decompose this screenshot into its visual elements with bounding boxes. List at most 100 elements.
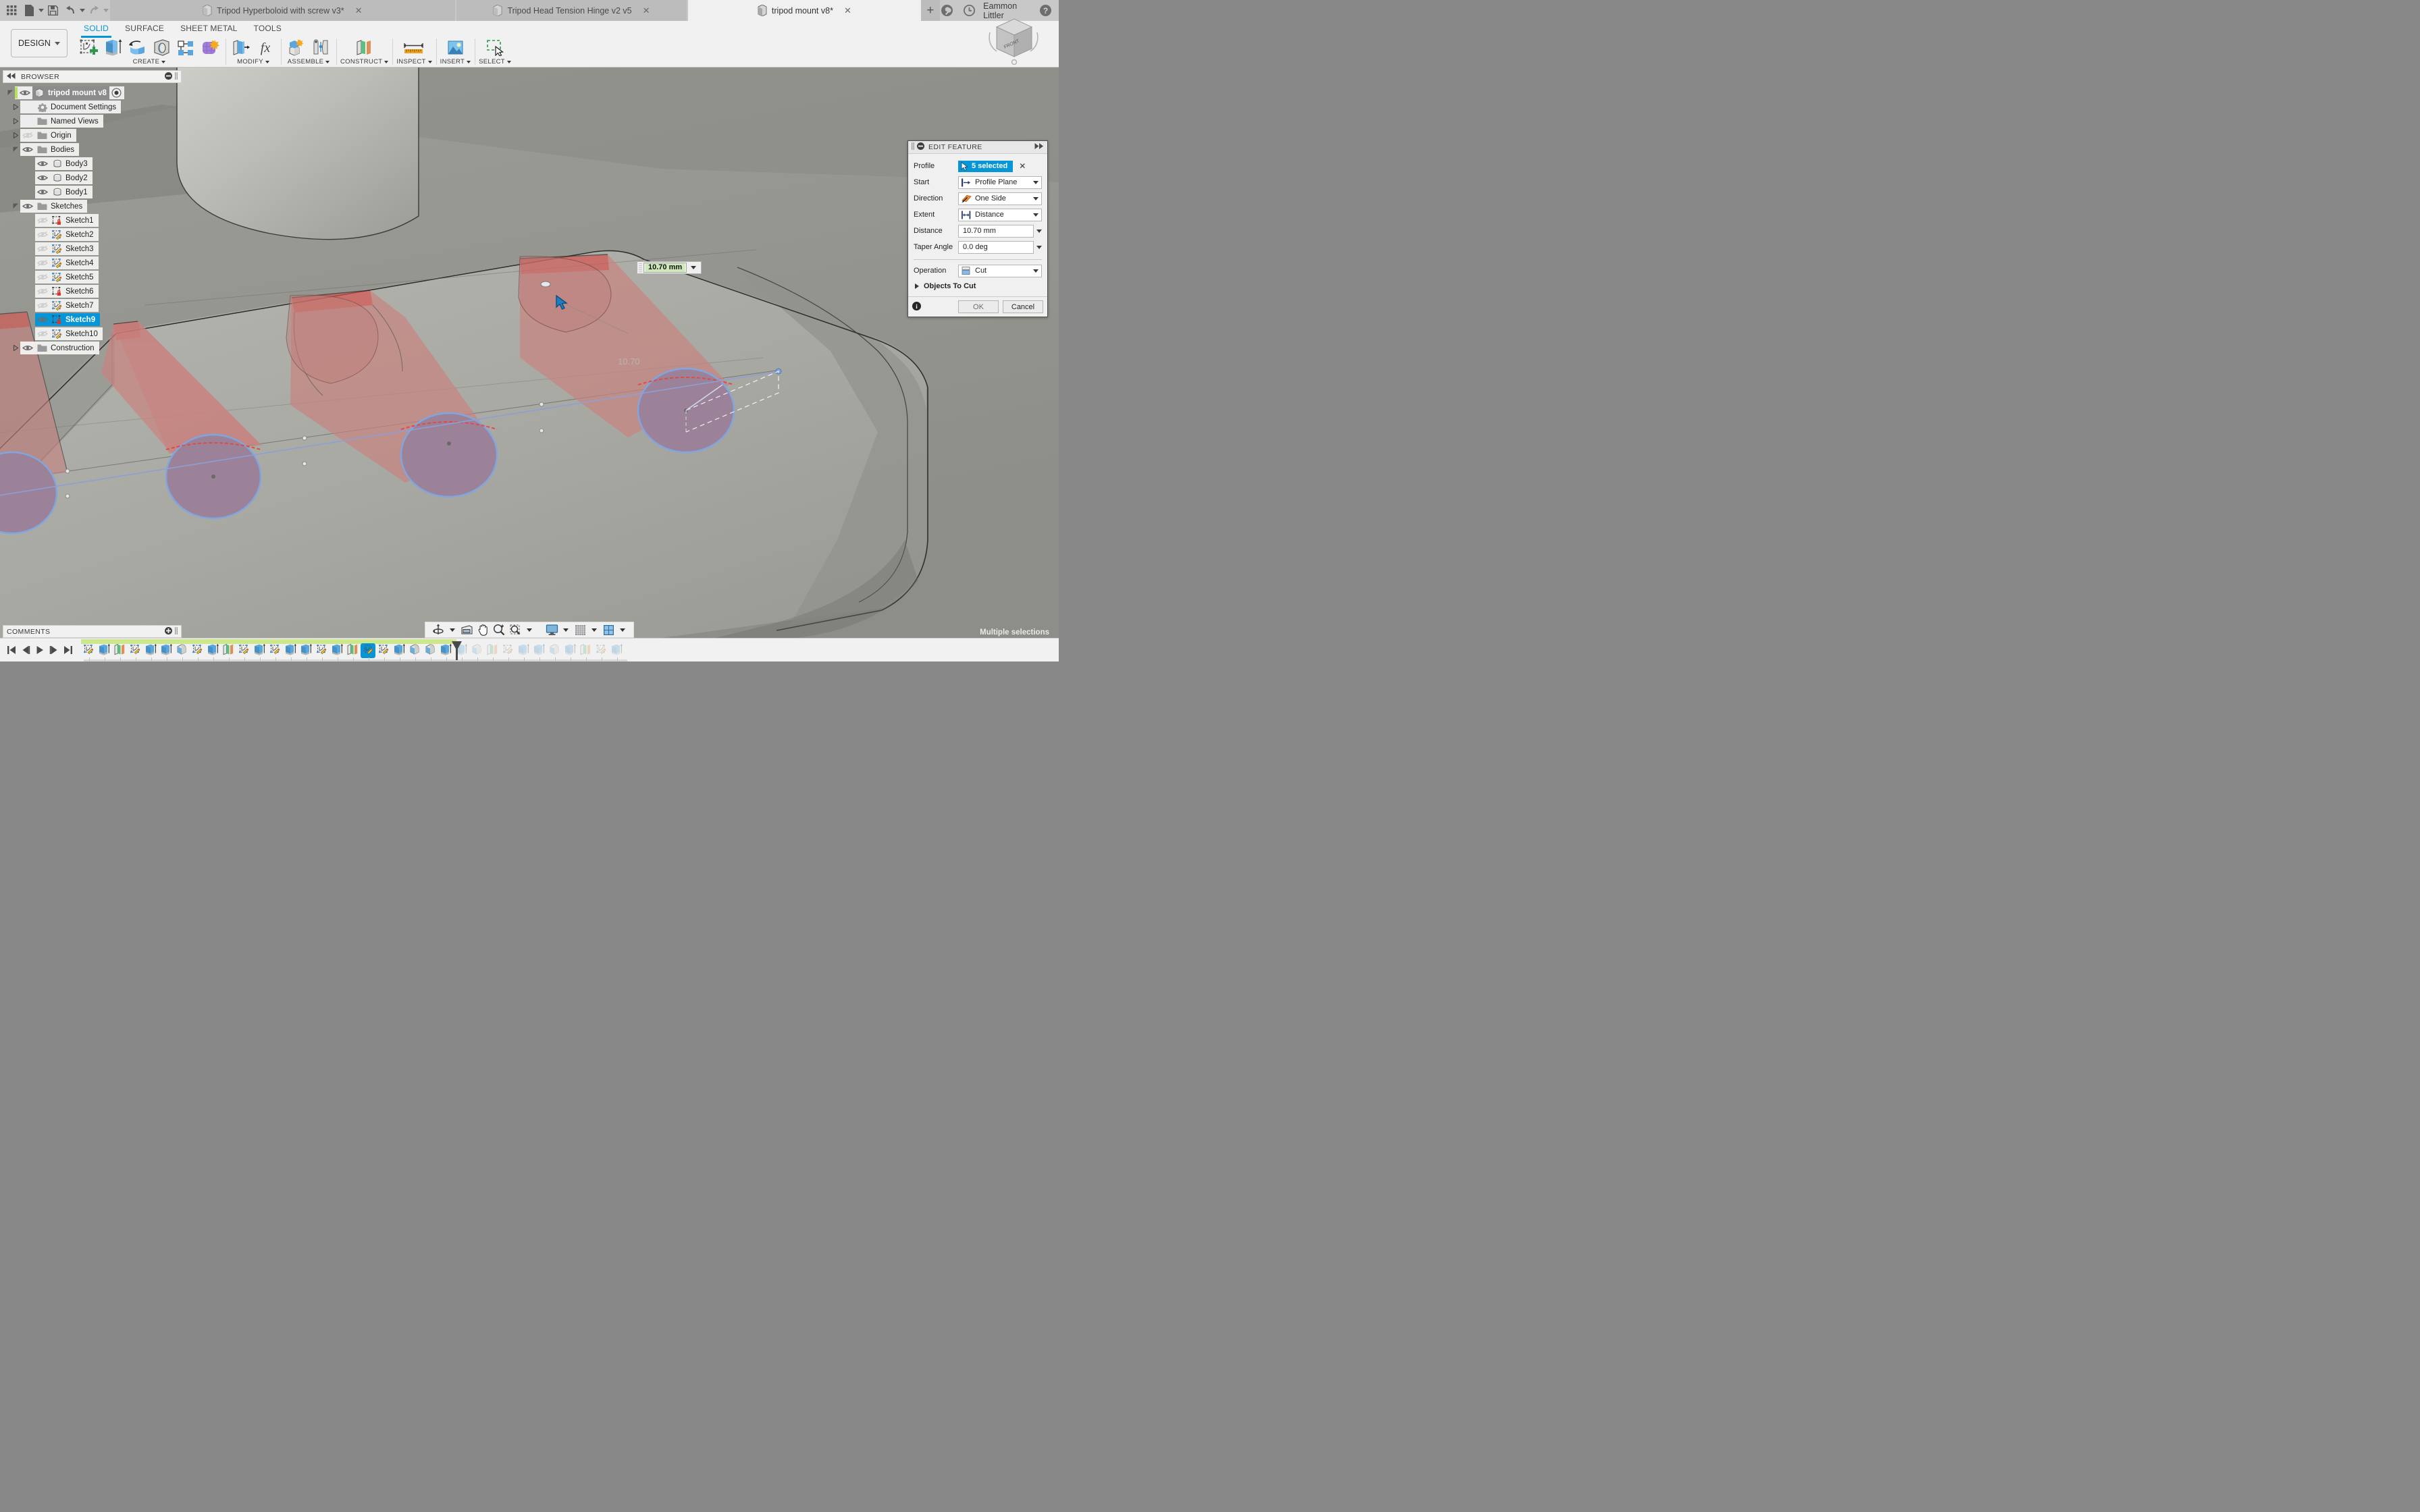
form-icon[interactable] bbox=[199, 37, 221, 57]
document-tab-2[interactable]: Tripod Head Tension Hinge v2 v5 ✕ bbox=[456, 0, 687, 21]
visibility-toggle-icon[interactable] bbox=[20, 132, 35, 139]
chevron-right-icon[interactable] bbox=[11, 118, 20, 124]
visibility-toggle-icon[interactable] bbox=[35, 288, 50, 295]
timeline-feature-13[interactable] bbox=[283, 643, 298, 658]
tab-solid[interactable]: SOLID bbox=[76, 22, 117, 38]
document-tab-1-close[interactable]: ✕ bbox=[355, 6, 363, 15]
orbit-icon[interactable] bbox=[431, 622, 446, 637]
browser-item-body2[interactable]: Body2 bbox=[3, 171, 182, 185]
visibility-toggle-icon[interactable] bbox=[20, 344, 35, 352]
display-settings-icon[interactable] bbox=[544, 622, 559, 637]
visibility-toggle-icon[interactable] bbox=[20, 146, 35, 153]
grid-snaps-icon[interactable] bbox=[573, 622, 587, 637]
timeline-feature-22[interactable] bbox=[423, 643, 438, 658]
start-dropdown[interactable]: Profile Plane bbox=[958, 176, 1042, 189]
zoom-dropdown-caret[interactable] bbox=[527, 628, 532, 632]
orbit-dropdown-caret[interactable] bbox=[450, 628, 455, 632]
insert-image-icon[interactable] bbox=[444, 37, 467, 57]
timeline-feature-14[interactable] bbox=[298, 643, 313, 658]
panel-label-inspect[interactable]: INSPECT bbox=[396, 58, 432, 65]
timeline-feature-19[interactable] bbox=[376, 643, 391, 658]
timeline-feature-31[interactable] bbox=[562, 643, 577, 658]
inline-dimension-value[interactable]: 10.70 mm bbox=[646, 263, 685, 272]
zoom-window-icon[interactable] bbox=[508, 622, 523, 637]
file-icon[interactable] bbox=[20, 2, 38, 20]
grip-icon[interactable] bbox=[175, 72, 178, 82]
viewcube[interactable]: FRONT bbox=[984, 12, 1043, 70]
inline-dimension-dropdown-caret[interactable] bbox=[691, 266, 697, 269]
jump-end-icon[interactable] bbox=[62, 643, 74, 657]
chevron-down-icon[interactable] bbox=[6, 90, 15, 96]
measure-icon[interactable] bbox=[399, 37, 429, 57]
tab-surface[interactable]: SURFACE bbox=[117, 22, 172, 36]
browser-item-sketch5[interactable]: Sketch5 bbox=[3, 270, 182, 284]
browser-item-named-views[interactable]: Named Views bbox=[3, 114, 182, 128]
tab-tools[interactable]: TOOLS bbox=[246, 22, 290, 36]
browser-item-sketch1[interactable]: Sketch1 bbox=[3, 213, 182, 227]
timeline-feature-10[interactable] bbox=[236, 643, 251, 658]
document-tab-3-close[interactable]: ✕ bbox=[844, 6, 851, 15]
display-settings-dropdown-caret[interactable] bbox=[563, 628, 569, 632]
timeline-feature-27[interactable] bbox=[500, 643, 515, 658]
visibility-toggle-icon[interactable] bbox=[35, 273, 50, 281]
new-component-icon[interactable] bbox=[285, 37, 308, 57]
timeline-feature-8[interactable] bbox=[205, 643, 220, 658]
extent-dropdown[interactable]: Distance bbox=[958, 208, 1042, 221]
profile-selection-button[interactable]: 5 selected bbox=[958, 160, 1014, 172]
timeline-feature-23[interactable] bbox=[438, 643, 453, 658]
timeline-marker[interactable] bbox=[452, 641, 462, 662]
operation-dropdown[interactable]: Cut bbox=[958, 264, 1042, 277]
inline-dimension-input[interactable]: 10.70 mm bbox=[637, 261, 702, 274]
browser-item-bodies[interactable]: Bodies bbox=[3, 142, 182, 157]
look-at-icon[interactable] bbox=[459, 622, 474, 637]
visibility-toggle-icon[interactable] bbox=[20, 202, 35, 210]
timeline-feature-11[interactable] bbox=[252, 643, 267, 658]
jump-start-icon[interactable] bbox=[5, 643, 18, 657]
clock-icon[interactable] bbox=[962, 2, 976, 20]
panel-label-construct[interactable]: CONSTRUCT bbox=[340, 58, 389, 65]
select-window-icon[interactable] bbox=[483, 37, 506, 57]
taper-angle-input[interactable]: 0.0 deg bbox=[958, 240, 1034, 254]
grid-snaps-dropdown-caret[interactable] bbox=[591, 628, 597, 632]
timeline-track[interactable] bbox=[81, 639, 1059, 662]
timeline-feature-9[interactable] bbox=[221, 643, 236, 658]
chevron-down-icon[interactable] bbox=[11, 146, 20, 153]
step-back-icon[interactable] bbox=[20, 643, 32, 657]
sweep-icon[interactable] bbox=[150, 37, 173, 57]
timeline-feature-34[interactable] bbox=[609, 643, 624, 658]
clear-selection-icon[interactable]: ✕ bbox=[1019, 162, 1026, 170]
timeline-feature-6[interactable] bbox=[174, 643, 189, 658]
change-parameters-icon[interactable]: fx bbox=[254, 37, 277, 57]
visibility-toggle-icon[interactable] bbox=[18, 89, 32, 97]
revolve-icon[interactable] bbox=[126, 37, 149, 57]
visibility-toggle-icon[interactable] bbox=[35, 174, 50, 182]
browser-item-sketch2[interactable]: Sketch2 bbox=[3, 227, 182, 242]
chevron-right-icon[interactable] bbox=[11, 345, 20, 351]
timeline-feature-4[interactable] bbox=[143, 643, 158, 658]
panel-label-insert[interactable]: INSERT bbox=[440, 58, 471, 65]
minimize-icon[interactable] bbox=[165, 72, 172, 82]
info-icon[interactable]: i bbox=[912, 301, 921, 313]
timeline-feature-0[interactable] bbox=[81, 643, 96, 658]
timeline-feature-7[interactable] bbox=[190, 643, 205, 658]
browser-item-sketch7[interactable]: Sketch7 bbox=[3, 298, 182, 313]
browser-item-body3[interactable]: Body3 bbox=[3, 157, 182, 171]
objects-to-cut-section[interactable]: Objects To Cut bbox=[914, 279, 1042, 294]
offset-plane-icon[interactable] bbox=[353, 37, 376, 57]
panel-label-select[interactable]: SELECT bbox=[479, 58, 511, 65]
browser-item-sketch4[interactable]: Sketch4 bbox=[3, 256, 182, 270]
browser-item-sketch9[interactable]: Sketch9 bbox=[3, 313, 182, 327]
visibility-toggle-icon[interactable] bbox=[35, 245, 50, 252]
timeline-feature-33[interactable] bbox=[594, 643, 608, 658]
add-comment-icon[interactable] bbox=[165, 626, 172, 637]
timeline-feature-2[interactable] bbox=[112, 643, 127, 658]
visibility-toggle-icon[interactable] bbox=[35, 330, 50, 338]
visibility-toggle-icon[interactable] bbox=[35, 316, 50, 323]
undo-icon[interactable] bbox=[61, 2, 79, 20]
viewports-dropdown-caret[interactable] bbox=[620, 628, 625, 632]
dialog-menu-icon[interactable] bbox=[917, 142, 924, 152]
play-icon[interactable] bbox=[34, 643, 46, 657]
distance-dropdown-caret[interactable] bbox=[1036, 229, 1042, 233]
timeline-feature-25[interactable] bbox=[469, 643, 484, 658]
workspace-switcher-button[interactable]: DESIGN bbox=[11, 29, 68, 57]
